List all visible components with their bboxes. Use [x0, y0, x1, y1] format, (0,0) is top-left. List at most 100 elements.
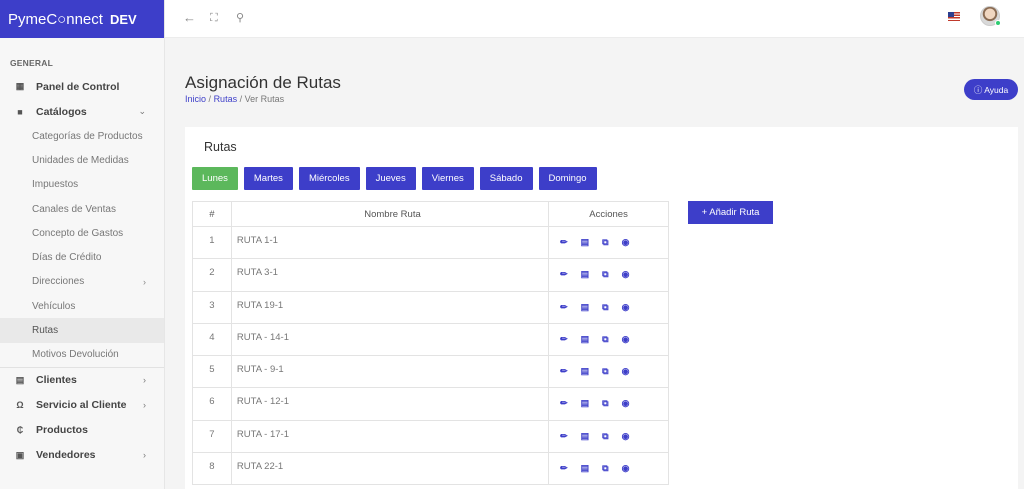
- list-icon[interactable]: ▤: [581, 398, 590, 409]
- sidebar-item-vendedores[interactable]: ▣ Vendedores ›: [0, 443, 164, 468]
- breadcrumb-home[interactable]: Inicio: [185, 94, 206, 104]
- sidebar-item-label: Catálogos: [36, 105, 87, 118]
- submenu-item-vehiculos[interactable]: Vehículos: [0, 294, 164, 318]
- edit-icon[interactable]: ✏: [560, 398, 568, 409]
- tab-sabado[interactable]: Sábado: [479, 167, 533, 190]
- table-row: 1 RUTA 1-1 ✏ ▤ ⧉ ◉: [192, 225, 669, 260]
- map-pin-icon[interactable]: ◉: [622, 269, 630, 280]
- app-logo[interactable]: PymeC○nnect DEV: [0, 0, 164, 38]
- sidebar-item-clientes[interactable]: ▤ Clientes ›: [0, 368, 164, 393]
- tab-domingo[interactable]: Domingo: [538, 167, 597, 190]
- submenu-item-credito[interactable]: Días de Crédito: [0, 245, 164, 269]
- row-actions: ✏ ▤ ⧉ ◉: [548, 322, 669, 357]
- book-icon: ■: [17, 106, 23, 117]
- dashboard-icon: ▦: [15, 81, 25, 91]
- back-arrow-icon[interactable]: ←: [183, 10, 196, 25]
- fullscreen-icon[interactable]: ⛶: [210, 12, 218, 25]
- table-row: 7 RUTA - 17-1 ✏ ▤ ⧉ ◉: [192, 419, 669, 454]
- edit-icon[interactable]: ✏: [560, 334, 568, 345]
- list-icon[interactable]: ▤: [581, 237, 590, 248]
- map-pin-icon[interactable]: ◉: [622, 431, 630, 442]
- chevron-right-icon: ›: [143, 400, 146, 411]
- copy-icon[interactable]: ⧉: [602, 269, 608, 280]
- sidebar-item-label: Panel de Control: [36, 80, 120, 93]
- tab-viernes[interactable]: Viernes: [421, 167, 474, 190]
- breadcrumb-rutas[interactable]: Rutas: [214, 94, 238, 104]
- sidebar-item-label: Productos: [36, 424, 88, 437]
- submenu-item-devolucion[interactable]: Motivos Devolución: [0, 343, 164, 367]
- route-name: RUTA 1-1: [230, 225, 550, 260]
- tab-lunes[interactable]: Lunes: [192, 167, 238, 190]
- map-pin-icon[interactable]: ◉: [622, 334, 630, 345]
- map-pin-icon[interactable]: ◉: [622, 302, 630, 313]
- copy-icon[interactable]: ⧉: [602, 398, 608, 409]
- sidebar-item-label: Vendedores: [36, 449, 96, 462]
- row-number: 5: [192, 355, 232, 389]
- chevron-down-icon: ⌄: [138, 106, 146, 116]
- cart-icon: ₵: [16, 425, 24, 436]
- copy-icon[interactable]: ⧉: [602, 463, 608, 474]
- submenu-item-categorias[interactable]: Categorías de Productos: [0, 124, 164, 148]
- submenu-item-direcciones[interactable]: Direcciones ›: [0, 270, 164, 294]
- row-number: 7: [192, 419, 232, 454]
- submenu-item-gastos[interactable]: Concepto de Gastos: [0, 221, 164, 245]
- chevron-right-icon: ›: [143, 276, 146, 287]
- truck-icon: ▣: [15, 449, 25, 460]
- us-flag-icon[interactable]: [948, 12, 960, 21]
- sidebar-item-catalogos[interactable]: ■ Catálogos ⌄: [0, 99, 164, 124]
- day-tabs: Lunes Martes Miércoles Jueves Viernes Sá…: [192, 167, 597, 190]
- map-pin-icon[interactable]: ◉: [622, 463, 630, 474]
- routes-table: # Nombre Ruta Acciones 1 RUTA 1-1 ✏ ▤ ⧉ ◉ 2 RUT…: [192, 201, 669, 486]
- row-actions: ✏ ▤ ⧉ ◉: [548, 355, 669, 389]
- table-row: 5 RUTA - 9-1 ✏ ▤ ⧉ ◉: [192, 355, 669, 389]
- copy-icon[interactable]: ⧉: [602, 302, 608, 313]
- add-route-button[interactable]: + Añadir Ruta: [688, 201, 773, 224]
- sidebar-item-servicio[interactable]: Ω Servicio al Cliente ›: [0, 393, 164, 418]
- list-icon[interactable]: ▤: [581, 269, 590, 280]
- table-row: 6 RUTA - 12-1 ✏ ▤ ⧉ ◉: [192, 387, 669, 421]
- submenu-item-unidades[interactable]: Unidades de Medidas: [0, 148, 164, 172]
- table-row: 8 RUTA 22-1 ✏ ▤ ⧉ ◉: [192, 452, 669, 486]
- list-icon[interactable]: ▤: [581, 463, 590, 474]
- row-actions: ✏ ▤ ⧉ ◉: [548, 290, 669, 324]
- edit-icon[interactable]: ✏: [560, 302, 568, 313]
- avatar[interactable]: [980, 6, 1001, 26]
- tab-miercoles[interactable]: Miércoles: [298, 167, 360, 190]
- env-label: DEV: [109, 11, 137, 27]
- route-name: RUTA 3-1: [230, 258, 550, 292]
- map-pin-icon[interactable]: ◉: [622, 237, 630, 248]
- list-icon[interactable]: ▤: [581, 431, 590, 442]
- edit-icon[interactable]: ✏: [560, 269, 568, 280]
- list-icon[interactable]: ▤: [581, 302, 590, 313]
- tab-jueves[interactable]: Jueves: [365, 167, 416, 190]
- submenu-item-impuestos[interactable]: Impuestos: [0, 173, 164, 197]
- search-icon[interactable]: ⚲: [236, 11, 244, 24]
- edit-icon[interactable]: ✏: [560, 366, 568, 377]
- headset-icon: Ω: [16, 400, 24, 411]
- copy-icon[interactable]: ⧉: [602, 366, 608, 377]
- route-name: RUTA - 12-1: [230, 387, 550, 421]
- list-icon[interactable]: ▤: [581, 334, 590, 345]
- map-pin-icon[interactable]: ◉: [622, 398, 630, 409]
- edit-icon[interactable]: ✏: [560, 431, 568, 442]
- list-icon[interactable]: ▤: [581, 366, 590, 377]
- copy-icon[interactable]: ⧉: [602, 431, 608, 442]
- tab-martes[interactable]: Martes: [243, 167, 293, 190]
- edit-icon[interactable]: ✏: [560, 237, 568, 248]
- edit-icon[interactable]: ✏: [560, 463, 568, 474]
- route-name: RUTA - 9-1: [230, 355, 550, 389]
- sidebar-item-label: Clientes: [36, 374, 77, 387]
- map-pin-icon[interactable]: ◉: [622, 366, 630, 377]
- row-actions: ✏ ▤ ⧉ ◉: [548, 225, 669, 260]
- submenu-item-rutas[interactable]: Rutas: [0, 318, 164, 343]
- column-header-name: Nombre Ruta: [230, 201, 550, 227]
- sidebar-item-productos[interactable]: ₵ Productos: [0, 418, 164, 443]
- help-button[interactable]: ⓘ Ayuda: [964, 79, 1018, 100]
- copy-icon[interactable]: ⧉: [602, 334, 608, 345]
- sidebar-item-panel[interactable]: ▦ Panel de Control: [0, 74, 164, 99]
- column-header-number: #: [192, 201, 232, 227]
- copy-icon[interactable]: ⧉: [602, 237, 608, 248]
- card-title: Rutas: [204, 140, 237, 154]
- row-actions: ✏ ▤ ⧉ ◉: [548, 419, 669, 454]
- submenu-item-canales[interactable]: Canales de Ventas: [0, 197, 164, 221]
